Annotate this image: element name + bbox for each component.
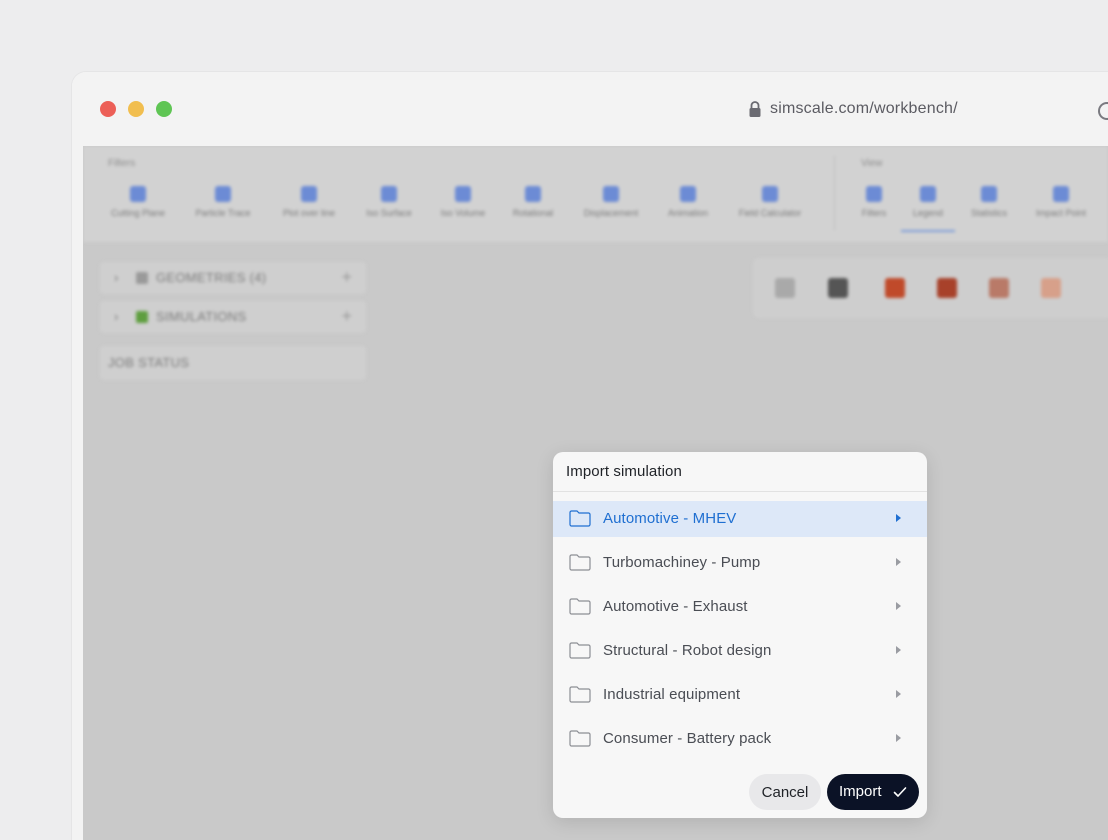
folder-icon xyxy=(569,510,591,527)
impact-point-icon xyxy=(1053,186,1069,202)
plot-over-line-icon xyxy=(301,186,317,202)
folder-icon xyxy=(569,598,591,615)
project-item-turbomachinery-pump[interactable]: Turbomachiney - Pump xyxy=(553,545,927,581)
view-group-label: View xyxy=(861,158,883,169)
import-button[interactable]: Import xyxy=(827,774,919,810)
tool-view-filters[interactable]: Filters xyxy=(853,186,895,218)
dialog-title: Import simulation xyxy=(566,463,682,480)
view-cube-toolbar xyxy=(753,258,1108,318)
tool-plot-over-line[interactable]: Plot over line xyxy=(275,186,343,218)
dialog-divider xyxy=(553,491,927,492)
project-item-structural-robot-design[interactable]: Structural - Robot design xyxy=(553,633,927,669)
url-text: simscale.com/workbench/ xyxy=(770,100,958,117)
iso-surface-icon xyxy=(381,186,397,202)
reload-icon[interactable] xyxy=(1098,102,1108,120)
add-simulation-icon[interactable]: + xyxy=(341,306,352,327)
iso-volume-icon xyxy=(455,186,471,202)
folder-icon xyxy=(569,730,591,747)
project-item-automotive-exhaust[interactable]: Automotive - Exhaust xyxy=(553,589,927,625)
chevron-right-icon xyxy=(896,734,901,742)
tool-statistics[interactable]: Statistics xyxy=(963,186,1015,218)
tool-displacement[interactable]: Displacement xyxy=(577,186,645,218)
rotational-icon xyxy=(525,186,541,202)
cutting-plane-icon xyxy=(130,186,146,202)
chevron-right-icon xyxy=(896,690,901,698)
lock-icon xyxy=(749,101,761,117)
check-icon xyxy=(893,787,907,797)
folder-icon xyxy=(569,642,591,659)
folder-icon xyxy=(569,554,591,571)
chevron-right-icon: › xyxy=(114,270,119,285)
close-window-button[interactable] xyxy=(100,101,116,117)
add-geometry-icon[interactable]: + xyxy=(341,267,352,288)
workbench-toolbar: Filters View Cutting Plane Particle Trac… xyxy=(83,146,1108,242)
job-status-panel[interactable]: JOB STATUS xyxy=(100,346,366,380)
points-cube-icon[interactable] xyxy=(989,278,1009,298)
surface-cube-icon[interactable] xyxy=(885,278,905,298)
edges-cube-icon[interactable] xyxy=(937,278,957,298)
particle-trace-icon xyxy=(215,186,231,202)
browser-titlebar: simscale.com/workbench/ xyxy=(72,72,1108,146)
filters-group-label: Filters xyxy=(108,158,136,169)
tool-animation[interactable]: Animation xyxy=(663,186,713,218)
tool-iso-volume[interactable]: Iso Volume xyxy=(435,186,491,218)
browser-window: simscale.com/workbench/ Filters View Cut… xyxy=(72,72,1108,840)
chevron-right-icon xyxy=(896,558,901,566)
import-simulation-dialog: Import simulation Automotive - MHEV Turb… xyxy=(553,452,927,818)
field-calculator-icon xyxy=(762,186,778,202)
legend-icon xyxy=(920,186,936,202)
displacement-icon xyxy=(603,186,619,202)
tool-particle-trace[interactable]: Particle Trace xyxy=(189,186,257,218)
tree-item-geometries[interactable]: › GEOMETRIES (4) + xyxy=(100,262,366,294)
minimize-window-button[interactable] xyxy=(128,101,144,117)
tool-legend[interactable]: Legend xyxy=(905,186,951,218)
solid-cube-icon[interactable] xyxy=(828,278,848,298)
animation-icon xyxy=(680,186,696,202)
active-tab-indicator xyxy=(901,230,955,232)
workbench-app: Filters View Cutting Plane Particle Trac… xyxy=(83,146,1108,840)
project-item-automotive-mhev[interactable]: Automotive - MHEV xyxy=(553,501,927,537)
wireframe-cube-icon[interactable] xyxy=(775,278,795,298)
tool-iso-surface[interactable]: Iso Surface xyxy=(361,186,417,218)
cancel-button[interactable]: Cancel xyxy=(749,774,821,810)
chevron-right-icon xyxy=(896,514,901,522)
filters-icon xyxy=(866,186,882,202)
project-item-industrial-equipment[interactable]: Industrial equipment xyxy=(553,677,927,713)
tool-rotational[interactable]: Rotational xyxy=(507,186,559,218)
transparent-cube-icon[interactable] xyxy=(1041,278,1061,298)
import-button-label: Import xyxy=(839,783,882,800)
folder-icon xyxy=(569,686,591,703)
project-item-consumer-battery-pack[interactable]: Consumer - Battery pack xyxy=(553,721,927,757)
simulation-icon xyxy=(136,311,148,323)
geometry-icon xyxy=(136,272,148,284)
tool-cutting-plane[interactable]: Cutting Plane xyxy=(107,186,169,218)
tree-item-simulations[interactable]: › SIMULATIONS + xyxy=(100,301,366,333)
maximize-window-button[interactable] xyxy=(156,101,172,117)
tool-impact-point[interactable]: Impact Point xyxy=(1029,186,1093,218)
chevron-right-icon: › xyxy=(114,309,119,324)
tool-field-calculator[interactable]: Field Calculator xyxy=(731,186,809,218)
chevron-right-icon xyxy=(896,602,901,610)
toolbar-divider xyxy=(834,156,835,230)
statistics-icon xyxy=(981,186,997,202)
address-bar[interactable]: simscale.com/workbench/ xyxy=(748,98,958,120)
chevron-right-icon xyxy=(896,646,901,654)
